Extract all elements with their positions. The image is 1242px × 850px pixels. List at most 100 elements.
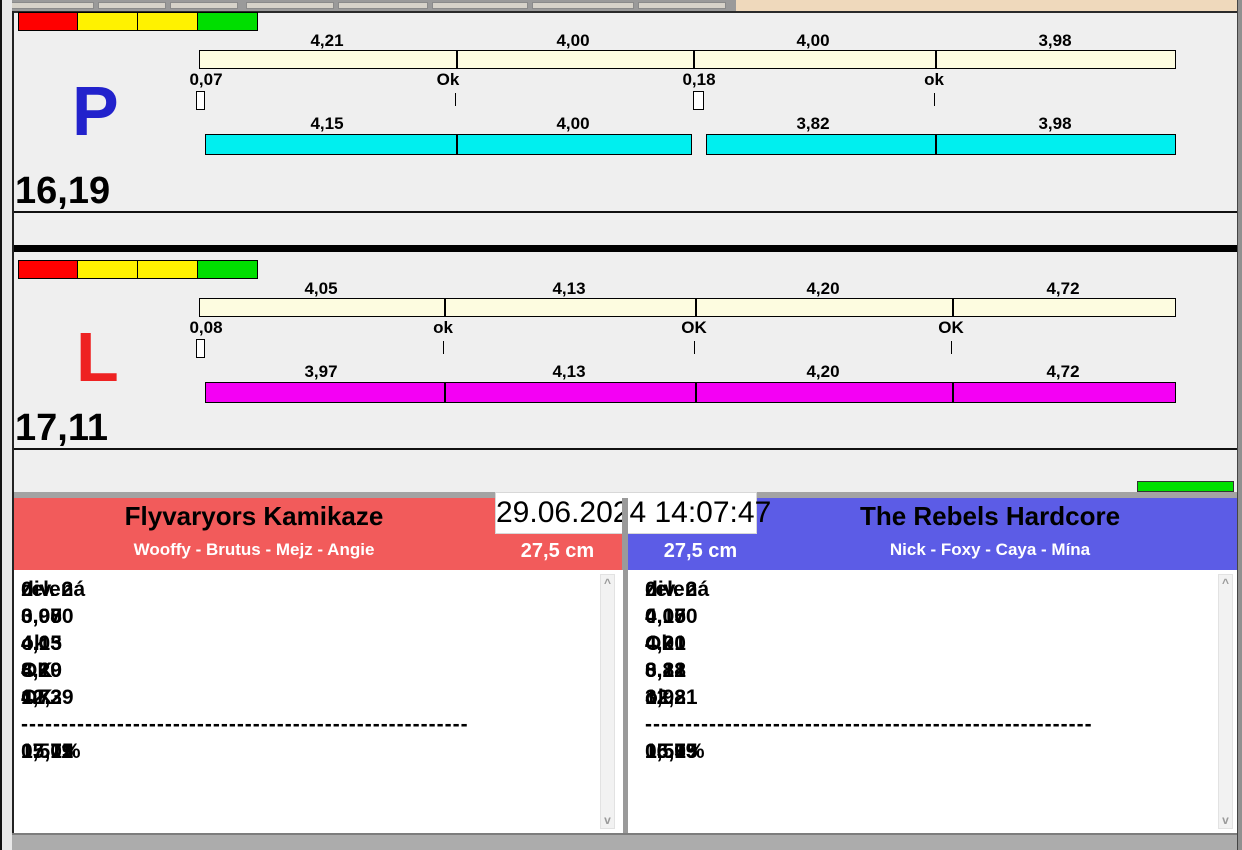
lane-l-split-1: 4,05	[271, 279, 371, 299]
status-indicator-bar	[1137, 481, 1234, 492]
lane-p-change-2: Ok	[398, 70, 498, 90]
lane-l-time-2: 4,13	[519, 362, 619, 382]
lane-p-underline	[13, 211, 1242, 213]
lane-l-ok-tick	[951, 341, 952, 354]
bar-divider	[952, 383, 954, 402]
flyball-timing-window: 4,21 4,00 4,00 3,98 0,07 Ok 0,18 ok 4,15…	[0, 0, 1242, 850]
result-row: 8,210,183,82	[645, 659, 1205, 683]
bar-divider	[444, 299, 446, 316]
toolbar-segment[interactable]	[338, 2, 428, 9]
lane-p-change-1: 0,07	[156, 70, 256, 90]
light-yellow	[78, 12, 138, 31]
scroll-down-icon[interactable]: v	[601, 814, 614, 826]
lane-l-ok-tick	[443, 341, 444, 354]
lane-l-split-bar	[199, 298, 1176, 317]
lane-p-split-4: 3,98	[1005, 31, 1105, 51]
panel-left-border	[12, 11, 14, 833]
result-row: 0zelenádiv. 2	[21, 578, 581, 602]
window-left-border	[0, 0, 2, 850]
lane-p-ok-tick	[455, 93, 456, 106]
lane-l-underline	[13, 448, 1242, 450]
result-row: 12,39OK4,72	[21, 686, 581, 710]
light-green	[198, 260, 258, 279]
result-row: 4,05ok4,13	[21, 632, 581, 656]
left-results-scrollbar[interactable]: ^ v	[600, 574, 615, 829]
scroll-up-icon[interactable]: ^	[601, 577, 614, 589]
lane-l-split-3: 4,20	[773, 279, 873, 299]
lane-l-change-2: ok	[393, 318, 493, 338]
toolbar-segment[interactable]	[246, 2, 334, 9]
lane-l-fault-marker	[196, 339, 205, 358]
lane-p-traffic-lights	[18, 12, 260, 31]
bar-divider	[444, 383, 446, 402]
lane-p-total-time: 16,19	[15, 172, 110, 210]
lane-p-split-3: 4,00	[763, 31, 863, 51]
lane-p-split-1: 4,21	[277, 31, 377, 51]
scroll-up-icon[interactable]: ^	[1219, 577, 1232, 589]
result-row: 8,19OK4,20	[21, 659, 581, 683]
bar-divider	[695, 299, 697, 316]
team-right-dogs: Nick - Foxy - Caya - Mína	[760, 540, 1220, 560]
result-total-row: 16,191,53%15,9515,750,50	[645, 740, 1205, 764]
lane-p-split-2: 4,00	[523, 31, 623, 51]
light-yellow	[138, 12, 198, 31]
background-window-strip	[736, 0, 1242, 11]
lane-l-split-4: 4,72	[1013, 279, 1113, 299]
lane-p-split-bar	[199, 50, 1176, 69]
lane-l-change-3: OK	[644, 318, 744, 338]
team-left-dogs: Wooffy - Brutus - Mejz - Angie	[13, 540, 495, 560]
lane-p-time-bar	[706, 134, 1176, 155]
toolbar-segment[interactable]	[638, 2, 726, 9]
bar-divider	[693, 51, 695, 68]
window-left-margin	[2, 0, 12, 850]
bar-divider	[952, 299, 954, 316]
lane-p-time-1: 4,15	[277, 114, 377, 134]
toolbar-segment[interactable]	[532, 2, 634, 9]
bar-divider	[935, 51, 937, 68]
result-separator: ----------------------------------------…	[21, 713, 491, 737]
bar-divider	[935, 135, 937, 154]
lane-l-change-1: 0,08	[156, 318, 256, 338]
lane-divider	[13, 245, 1242, 252]
window-right-border	[1237, 0, 1242, 850]
lane-l-total-time: 17,11	[15, 409, 108, 447]
lane-l-letter: L	[76, 322, 119, 392]
team-right-results-textarea[interactable]: 0zelenádiv. 2 0,0000,074,15 4,21Ok4,00 8…	[628, 570, 1237, 833]
toolbar-segment[interactable]	[170, 2, 238, 9]
lane-p-change-3: 0,18	[649, 70, 749, 90]
result-row: 0zelenádiv. 2	[645, 578, 1205, 602]
lane-l-change-4: OK	[901, 318, 1001, 338]
lane-l-time-4: 4,72	[1013, 362, 1113, 382]
lane-l-traffic-lights	[18, 260, 260, 279]
result-row: 0,0000,074,15	[645, 605, 1205, 629]
lane-p-fault-marker	[693, 91, 704, 110]
team-right-name: The Rebels Hardcore	[760, 501, 1220, 532]
scroll-down-icon[interactable]: v	[1219, 814, 1232, 826]
toolbar-segment[interactable]	[432, 2, 528, 9]
bar-divider	[456, 51, 458, 68]
lane-l-time-bar	[205, 382, 1176, 403]
light-yellow	[78, 260, 138, 279]
light-red	[18, 12, 78, 31]
right-results-scrollbar[interactable]: ^ v	[1218, 574, 1233, 829]
lane-p-letter: P	[72, 76, 119, 146]
lane-l-time-3: 4,20	[773, 362, 873, 382]
lane-p-time-bar	[205, 134, 692, 155]
toolbar-segment[interactable]	[10, 2, 94, 9]
result-separator: ----------------------------------------…	[645, 713, 1115, 737]
bar-divider	[695, 383, 697, 402]
toolbar-segment[interactable]	[98, 2, 166, 9]
lane-p-change-4: ok	[884, 70, 984, 90]
result-row: 0,0000,083,97	[21, 605, 581, 629]
window-bottom-strip	[0, 833, 1242, 850]
light-red	[18, 260, 78, 279]
team-right-jump-height: 27,5 cm	[638, 540, 763, 563]
light-yellow	[138, 260, 198, 279]
lane-l-ok-tick	[694, 341, 695, 354]
team-left-results-textarea[interactable]: 0zelenádiv. 2 0,0000,083,97 4,05ok4,13 8…	[13, 570, 623, 833]
window-top-strip	[0, 0, 736, 11]
lane-l-time-1: 3,97	[271, 362, 371, 382]
lane-p-time-2: 4,00	[523, 114, 623, 134]
result-row: 4,21Ok4,00	[645, 632, 1205, 656]
result-row: 12,21ok3,98	[645, 686, 1205, 710]
